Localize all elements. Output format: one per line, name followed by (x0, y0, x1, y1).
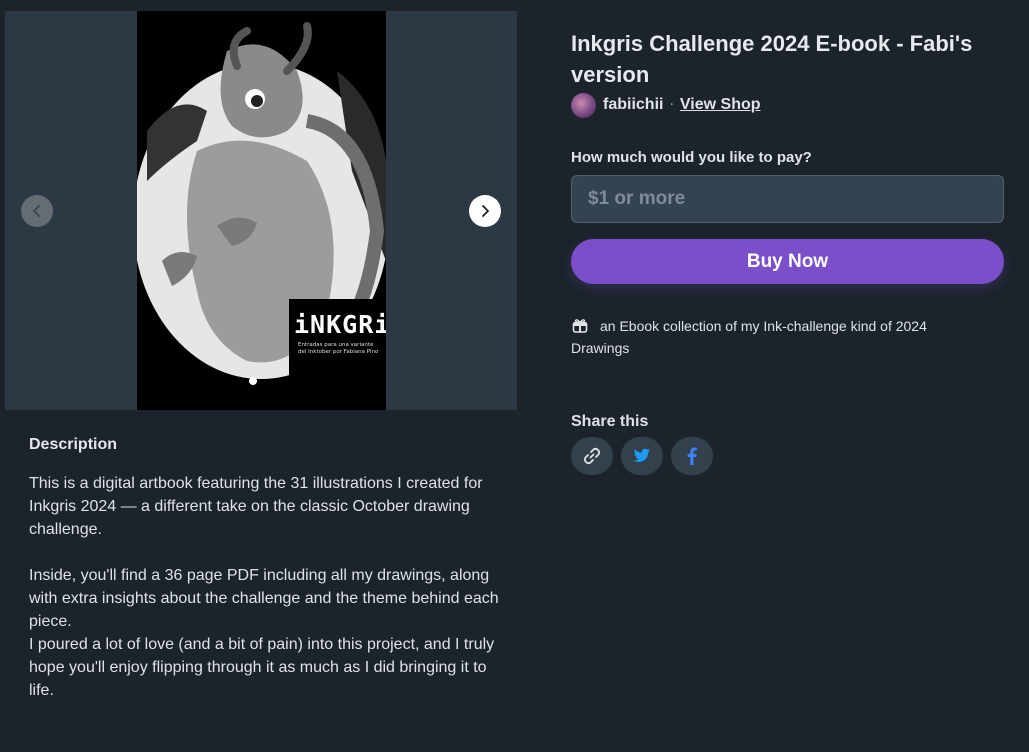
cover-image: iNKGRiS Entradas para una variante del I… (137, 11, 386, 410)
seller-row: fabiichii · View Shop (571, 92, 1004, 118)
link-icon (583, 447, 601, 465)
seller-separator: · (669, 97, 674, 113)
includes-text: an Ebook collection of my Ink-challenge … (571, 318, 927, 356)
facebook-icon (687, 447, 697, 465)
purchase-panel: Inkgris Challenge 2024 E-book - Fabi's v… (571, 28, 1004, 475)
slide-indicator-dot[interactable] (249, 377, 257, 385)
product-page: iNKGRiS Entradas para una variante del I… (0, 0, 1029, 752)
description-heading: Description (29, 436, 118, 453)
seller-name[interactable]: fabiichii (603, 96, 663, 114)
gift-icon (572, 318, 588, 338)
previous-image-button[interactable] (21, 195, 53, 227)
chevron-right-icon (482, 205, 489, 217)
share-twitter-button[interactable] (621, 437, 663, 475)
price-input[interactable] (571, 175, 1004, 223)
description-section: Description This is a digital artbook fe… (29, 436, 499, 702)
description-paragraph: I poured a lot of love (and a bit of pai… (29, 636, 495, 699)
image-gallery: iNKGRiS Entradas para una variante del I… (5, 11, 517, 410)
twitter-icon (633, 448, 651, 462)
product-title: Inkgris Challenge 2024 E-book - Fabi's v… (571, 31, 973, 87)
copy-link-button[interactable] (571, 437, 613, 475)
cover-title: iNKGRiS (294, 310, 386, 339)
view-shop-link[interactable]: View Shop (680, 96, 761, 114)
description-paragraph: Inside, you'll find a 36 page PDF includ… (29, 567, 499, 630)
pay-label: How much would you like to pay? (571, 149, 812, 166)
next-image-button[interactable] (469, 195, 501, 227)
buy-now-button[interactable]: Buy Now (571, 239, 1004, 284)
chevron-left-icon (33, 205, 40, 217)
seller-avatar[interactable] (571, 92, 596, 118)
description-paragraph: This is a digital artbook featuring the … (29, 475, 483, 538)
includes-note: an Ebook collection of my Ink-challenge … (571, 316, 971, 358)
cover-subtitle: Entradas para una variante del Inktober … (298, 342, 379, 355)
share-label: Share this (571, 413, 649, 430)
share-facebook-button[interactable] (671, 437, 713, 475)
share-buttons (571, 437, 1004, 475)
